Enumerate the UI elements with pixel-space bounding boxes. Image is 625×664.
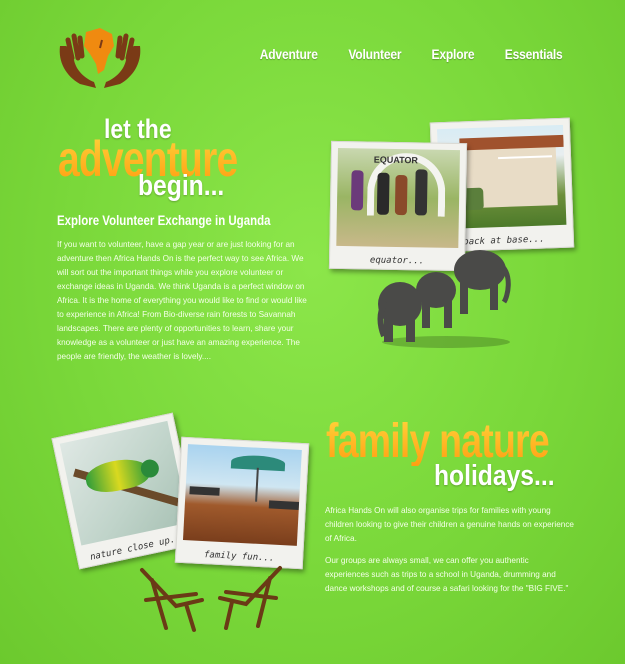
family-para-1: Africa Hands On will also organise trips… xyxy=(325,506,574,543)
family-line-holidays: holidays... xyxy=(434,460,555,492)
nav-explore[interactable]: Explore xyxy=(431,46,474,62)
hero-line-begin: begin... xyxy=(138,170,225,202)
nav-essentials[interactable]: Essentials xyxy=(504,46,562,62)
equator-image: EQUATOR xyxy=(336,147,460,249)
hero-body: If you want to volunteer, have a gap yea… xyxy=(57,240,307,361)
family-para-2: Our groups are always small, we can offe… xyxy=(325,556,569,593)
hands-holding-africa-icon xyxy=(59,28,141,88)
nav-adventure[interactable]: Adventure xyxy=(259,46,317,62)
family-line-family-nature: family nature xyxy=(326,415,550,468)
main-nav: Adventure Volunteer Explore Essentials xyxy=(255,46,567,62)
nav-volunteer[interactable]: Volunteer xyxy=(348,46,401,62)
deck-image xyxy=(182,444,302,546)
elephants-image xyxy=(377,250,511,348)
chameleon-image xyxy=(59,420,189,546)
logo[interactable] xyxy=(56,24,144,94)
photo-family-fun: family fun... xyxy=(174,436,310,570)
hero-subtitle: Explore Volunteer Exchange in Uganda xyxy=(57,212,271,228)
deck-chairs-image xyxy=(140,566,282,632)
equator-sign-text: EQUATOR xyxy=(373,154,419,166)
